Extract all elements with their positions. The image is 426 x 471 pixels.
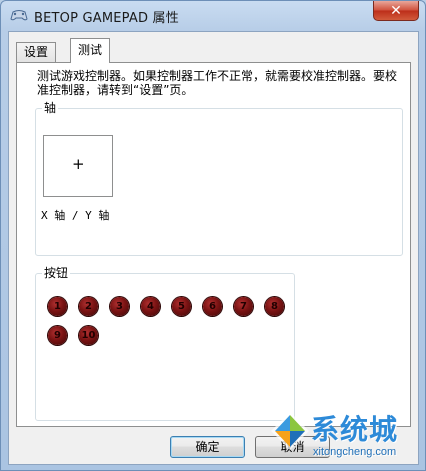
gamepad-button-4: 4 [141,297,160,316]
gamepad-button-5: 5 [172,297,191,316]
title-bar[interactable]: BETOP GAMEPAD 属性 ✕ [1,1,425,31]
gamepad-button-9: 9 [48,326,67,345]
test-description: 测试游戏控制器。如果控制器工作不正常，就需要校准控制器。要校准控制器，请转到“设… [37,69,398,97]
gamepad-button-7: 7 [234,297,253,316]
buttons-group: 按钮 1 2 3 4 5 6 7 8 9 10 [35,266,295,421]
watermark-brand: 系统城 [311,413,399,446]
close-button[interactable]: ✕ [373,1,419,21]
xy-axis-display: + [43,135,113,197]
gamepad-icon [10,10,28,21]
dialog-client-area: 设置 测试 测试游戏控制器。如果控制器工作不正常，就需要校准控制器。要校准控制器… [8,31,419,465]
window-title: BETOP GAMEPAD 属性 [34,11,179,26]
watermark-url: xitongcheng.com [313,446,397,458]
axis-caption: X 轴 / Y 轴 [41,209,110,222]
ok-button[interactable]: 确定 [170,436,245,458]
gamepad-button-8: 8 [265,297,284,316]
tab-test[interactable]: 测试 [70,38,111,63]
gamepad-button-10: 10 [79,326,98,345]
test-tab-panel: 测试游戏控制器。如果控制器工作不正常，就需要校准控制器。要校准控制器，请转到“设… [16,62,411,427]
axis-group-label: 轴 [42,101,59,115]
buttons-group-label: 按钮 [42,266,71,280]
site-watermark: 系统城 xitongcheng.com [269,408,419,466]
gamepad-button-6: 6 [203,297,222,316]
axis-group: 轴 + X 轴 / Y 轴 [35,101,403,256]
gamepad-button-3: 3 [110,297,129,316]
dialog-window: BETOP GAMEPAD 属性 ✕ 设置 测试 测试游戏控制器。如果控制器工作… [0,0,426,471]
watermark-logo-icon [271,412,309,450]
gamepad-button-2: 2 [79,297,98,316]
gamepad-button-1: 1 [48,297,67,316]
axis-crosshair: + [72,155,85,173]
close-icon: ✕ [390,2,402,19]
tab-settings[interactable]: 设置 [16,42,57,62]
